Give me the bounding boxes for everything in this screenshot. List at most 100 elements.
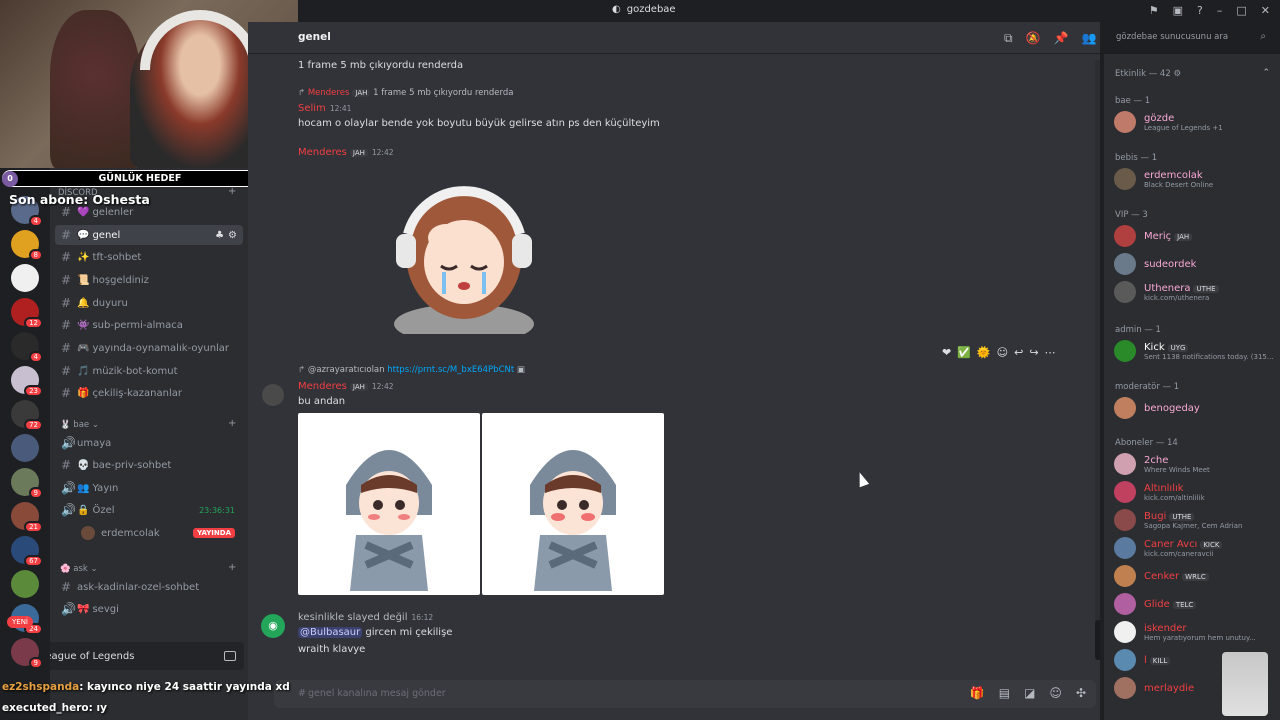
add-channel-icon[interactable]: +: [228, 562, 236, 573]
close-icon[interactable]: ✕: [1261, 4, 1270, 17]
member-item[interactable]: sudeordek: [1112, 251, 1276, 277]
member-tag: UTHE: [1169, 512, 1195, 521]
hash-icon: #: [298, 688, 306, 699]
goal-label: GÜNLÜK HEDEF: [98, 173, 182, 184]
link[interactable]: https://prnt.sc/M_bxE64PbCNt: [387, 365, 514, 375]
member-group-header: bebis — 1: [1115, 153, 1158, 163]
member-item[interactable]: Uthenera UTHE kick.com/uthenera: [1112, 279, 1276, 305]
channel-tft-sohbet[interactable]: # ✨ tft-sohbet: [55, 247, 243, 267]
reply-preview[interactable]: ↱ Menderes JAH 1 frame 5 mb çıkıyordu ren…: [298, 88, 513, 98]
message-input[interactable]: # genel kanalına mesaj gönder 🎁 ▤ ◪ ☺ ✣: [274, 680, 1096, 708]
member-item[interactable]: Meriç JAH: [1112, 223, 1276, 249]
channel-ask-kadinlar[interactable]: # ask-kadinlar-ozel-sohbet: [55, 577, 243, 597]
username[interactable]: kesinlikle slayed değil: [298, 612, 408, 623]
category-ask[interactable]: 🌸 ask ⌄: [60, 564, 98, 574]
server-icon[interactable]: 23: [11, 366, 43, 397]
channel-muzik-bot[interactable]: # 🎵 müzik-bot-komut: [55, 361, 243, 381]
pin-icon[interactable]: 📌: [1054, 31, 1069, 46]
check-reaction-icon[interactable]: ✅: [957, 346, 971, 359]
member-item[interactable]: gözde League of Legends +1: [1112, 109, 1276, 135]
server-icon[interactable]: 72: [11, 400, 43, 431]
sun-reaction-icon[interactable]: 🌞: [977, 346, 991, 359]
member-item[interactable]: 2che Where Winds Meet: [1112, 451, 1276, 477]
member-item[interactable]: benogeday: [1112, 395, 1276, 421]
member-item[interactable]: iskender Hem yaratıyorum hem unutuy...: [1112, 619, 1276, 645]
category-bae[interactable]: 🐰 bae ⌄: [60, 420, 99, 430]
username[interactable]: Menderes: [298, 147, 347, 158]
server-icon[interactable]: 12: [11, 298, 43, 329]
member-info: Altınlılık kick.com/altinlilik: [1144, 483, 1205, 502]
collapse-icon[interactable]: ⌃: [1262, 68, 1270, 78]
member-item[interactable]: Caner Avcı KICK kick.com/caneravcii: [1112, 535, 1276, 561]
channel-hosgeldiniz[interactable]: # 📜 hoşgeldiniz: [55, 270, 243, 290]
channel-umaya[interactable]: 🔊 umaya: [55, 433, 243, 453]
member-item[interactable]: erdemcolak Black Desert Online: [1112, 166, 1276, 192]
sticker-icon[interactable]: ◪: [1024, 686, 1035, 700]
username[interactable]: Menderes: [298, 381, 347, 392]
gif-icon[interactable]: ▤: [999, 686, 1010, 700]
member-item[interactable]: Altınlılık kick.com/altinlilik: [1112, 479, 1276, 505]
scrollbar[interactable]: [1095, 60, 1100, 660]
search-input[interactable]: gözdebae sunucusunu ara ⌕: [1110, 28, 1272, 48]
discord-avatar-icon[interactable]: ◉: [261, 614, 285, 638]
emoji-icon[interactable]: ☺: [997, 346, 1008, 359]
server-icon[interactable]: 9: [11, 468, 43, 499]
emoji-icon[interactable]: ☺: [1049, 686, 1062, 700]
settings-icon[interactable]: ⚙: [228, 230, 237, 241]
threads-icon[interactable]: ⧉: [1004, 31, 1013, 46]
apps-icon[interactable]: ✣: [1076, 686, 1086, 700]
image-attachment[interactable]: [482, 413, 664, 595]
server-icon[interactable]: 9: [11, 638, 43, 669]
new-badge[interactable]: YENİ: [7, 616, 33, 628]
server-icon[interactable]: [11, 570, 39, 598]
server-icon[interactable]: 4: [11, 332, 43, 363]
username[interactable]: Selim: [298, 103, 326, 114]
heart-reaction-icon[interactable]: ❤: [942, 346, 951, 359]
image-attachment[interactable]: [298, 413, 480, 595]
maximize-icon[interactable]: □: [1236, 4, 1246, 17]
server-icon[interactable]: 67: [11, 536, 43, 567]
invite-icon[interactable]: ♣: [215, 230, 224, 241]
avatar[interactable]: [262, 384, 284, 406]
reply-icon[interactable]: ↩: [1014, 346, 1023, 359]
member-name: merlaydie: [1144, 682, 1195, 694]
channel-ozel[interactable]: 🔊 🔒 Özel 23:36:31: [55, 500, 243, 520]
minimize-icon[interactable]: –: [1217, 4, 1223, 17]
avatar: [1114, 340, 1136, 362]
monitor-icon[interactable]: ▣: [1173, 4, 1183, 17]
member-item[interactable]: Kick UYG Sent 1138 notifications today. (3…: [1112, 338, 1276, 364]
reply-preview[interactable]: ↱ @azrayaratıcıolan https://prnt.sc/M_bx…: [298, 365, 525, 375]
voice-user[interactable]: erdemcolak YAYINDA: [55, 523, 243, 543]
channel-bae-priv-sohbet[interactable]: # 💀 bae-priv-sohbet: [55, 455, 243, 475]
channel-sub-permi-almaca[interactable]: # 👾 sub-permi-almaca: [55, 315, 243, 335]
chat-header: [248, 22, 1100, 54]
server-icon[interactable]: [11, 434, 39, 462]
add-channel-icon[interactable]: +: [228, 418, 236, 429]
channel-genel[interactable]: # 💬 genel ♣ ⚙: [55, 225, 243, 245]
gift-icon[interactable]: 🎁: [970, 686, 985, 700]
window-controls: ⚑ ▣ ? – □ ✕: [1149, 4, 1270, 17]
server-icon[interactable]: 8: [11, 230, 43, 261]
mention[interactable]: @Bulbasaur: [298, 627, 363, 638]
add-channel-icon[interactable]: +: [228, 186, 236, 197]
members-icon[interactable]: 👥: [1081, 31, 1096, 46]
forward-icon[interactable]: ↪: [1029, 346, 1038, 359]
member-item[interactable]: Glide TELC: [1112, 591, 1276, 617]
channel-sevgi[interactable]: 🔊 🎀 sevgi: [55, 599, 243, 619]
mute-icon[interactable]: 🔕: [1026, 31, 1041, 46]
scroll-thumb[interactable]: [1095, 620, 1100, 660]
member-item[interactable]: Cenker WRLC: [1112, 563, 1276, 589]
hash-icon: #: [61, 250, 72, 264]
screen-share-icon[interactable]: [224, 651, 236, 661]
server-icon[interactable]: [11, 264, 39, 292]
channel-yayin[interactable]: 🔊 👥 Yayın: [55, 478, 243, 498]
member-item[interactable]: Bugi UTHE Sagopa Kajmer, Cem Adrian: [1112, 507, 1276, 533]
member-status: League of Legends +1: [1144, 123, 1223, 132]
more-icon[interactable]: ⋯: [1045, 346, 1056, 359]
server-icon[interactable]: 21: [11, 502, 43, 533]
channel-yayinda-oyunlar[interactable]: # 🎮 yayında-oynamalık-oyunlar: [55, 338, 243, 358]
inbox-icon[interactable]: ⚑: [1149, 4, 1159, 17]
help-icon[interactable]: ?: [1197, 4, 1203, 17]
channel-duyuru[interactable]: # 🔔 duyuru: [55, 293, 243, 313]
channel-cekilis[interactable]: # 🎁 çekiliş-kazananlar: [55, 383, 243, 403]
